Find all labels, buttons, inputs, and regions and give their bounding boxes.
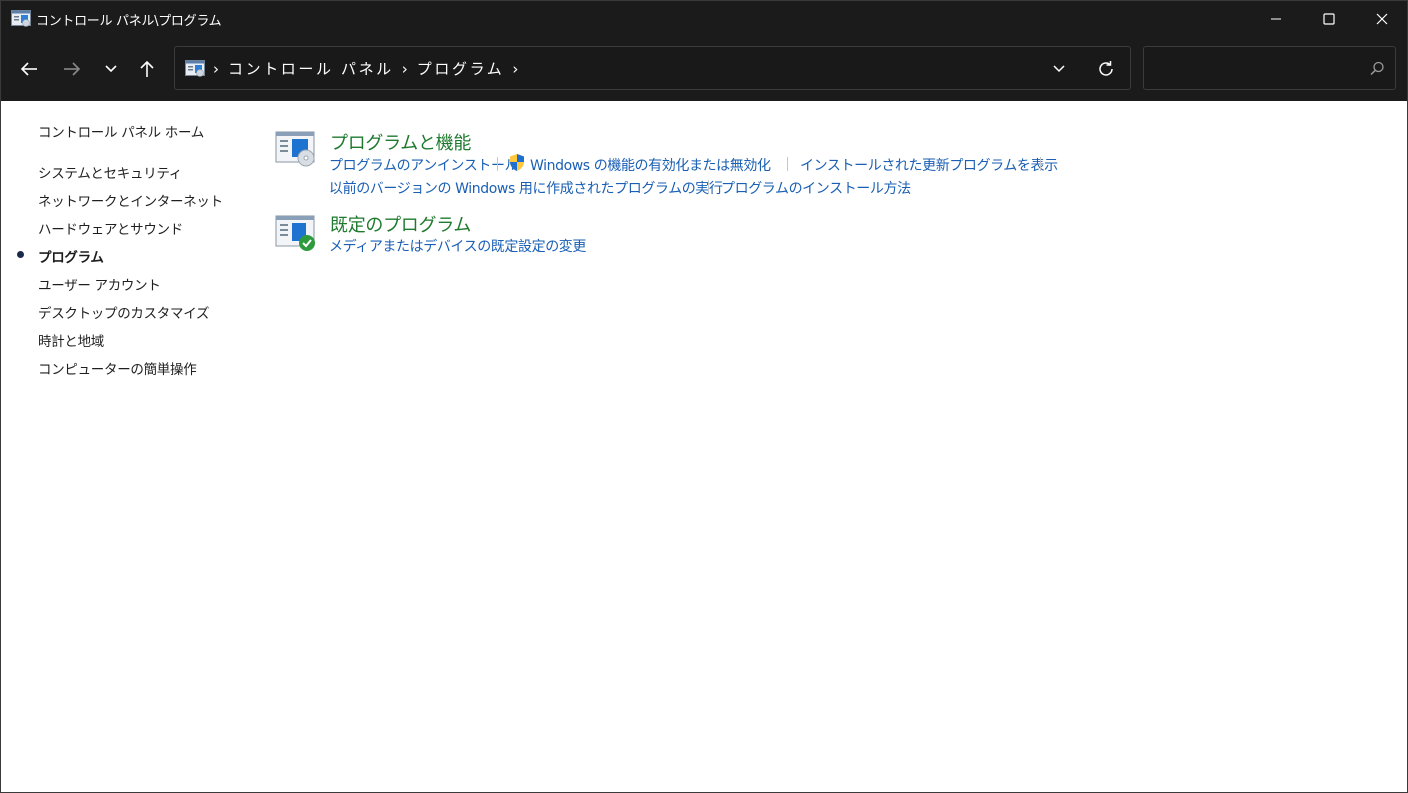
arrow-right-icon bbox=[64, 62, 81, 76]
breadcrumb-separator[interactable]: › bbox=[512, 60, 518, 78]
address-history-button[interactable] bbox=[1047, 57, 1071, 81]
close-button[interactable] bbox=[1355, 1, 1407, 37]
address-bar[interactable]: › コントロール パネル › プログラム › bbox=[174, 46, 1131, 90]
maximize-icon bbox=[1322, 13, 1335, 25]
sidebar-item-personalization[interactable]: デスクトップのカスタマイズ bbox=[38, 302, 210, 322]
how-to-install-link[interactable]: プログラムのインストール方法 bbox=[721, 178, 911, 198]
window-title: コントロール パネル\プログラム bbox=[36, 14, 222, 29]
sidebar-item-system-security[interactable]: システムとセキュリティ bbox=[38, 162, 182, 182]
search-input[interactable] bbox=[1152, 55, 1362, 81]
change-defaults-link[interactable]: メディアまたはデバイスの既定設定の変更 bbox=[329, 236, 586, 256]
link-divider bbox=[787, 157, 788, 171]
sidebar-item-network[interactable]: ネットワークとインターネット bbox=[38, 190, 223, 210]
recent-locations-button[interactable] bbox=[95, 53, 127, 85]
minimize-icon bbox=[1270, 18, 1281, 20]
control-panel-icon bbox=[185, 60, 205, 77]
uac-shield-icon bbox=[510, 154, 524, 171]
arrow-left-icon bbox=[20, 62, 37, 76]
sidebar-item-programs[interactable]: プログラム bbox=[38, 246, 104, 266]
forward-button[interactable] bbox=[56, 53, 88, 85]
control-panel-icon bbox=[11, 10, 31, 27]
breadcrumb-separator[interactable]: › bbox=[213, 60, 219, 78]
programs-features-title[interactable]: プログラムと機能 bbox=[330, 129, 471, 155]
windows-features-link[interactable]: Windows の機能の有効化または無効化 bbox=[530, 155, 771, 175]
sidebar-item-clock-region[interactable]: 時計と地域 bbox=[38, 330, 104, 350]
navigation-bar: › コントロール パネル › プログラム › bbox=[1, 37, 1407, 101]
search-box[interactable] bbox=[1143, 46, 1396, 90]
breadcrumb-programs[interactable]: プログラム bbox=[417, 58, 505, 79]
breadcrumb-separator[interactable]: › bbox=[402, 60, 408, 78]
sidebar-item-user-accounts[interactable]: ユーザー アカウント bbox=[38, 274, 161, 294]
link-divider bbox=[497, 157, 498, 171]
chevron-down-icon bbox=[105, 65, 117, 73]
sidebar-item-ease-of-access[interactable]: コンピューターの簡単操作 bbox=[38, 358, 197, 378]
minimize-button[interactable] bbox=[1249, 1, 1302, 37]
programs-features-icon[interactable] bbox=[275, 131, 317, 167]
installed-updates-link[interactable]: インストールされた更新プログラムを表示 bbox=[800, 155, 1058, 175]
chevron-down-icon bbox=[1053, 65, 1065, 73]
active-bullet bbox=[17, 251, 24, 258]
default-programs-title[interactable]: 既定のプログラム bbox=[330, 211, 471, 237]
search-icon[interactable] bbox=[1368, 60, 1386, 78]
refresh-button[interactable] bbox=[1094, 57, 1118, 81]
control-panel-window: コントロール パネル\プログラム › コントロール パネル › プログラム › … bbox=[0, 0, 1408, 793]
refresh-icon bbox=[1099, 61, 1113, 76]
up-button[interactable] bbox=[131, 53, 163, 85]
link-divider bbox=[708, 180, 709, 194]
breadcrumb: › コントロール パネル › プログラム › bbox=[213, 58, 527, 79]
default-programs-icon[interactable] bbox=[275, 215, 317, 251]
link-divider bbox=[1040, 157, 1041, 171]
sidebar-item-home[interactable]: コントロール パネル ホーム bbox=[38, 121, 204, 141]
uninstall-program-link[interactable]: プログラムのアンインストール bbox=[329, 155, 519, 175]
back-button[interactable] bbox=[13, 53, 45, 85]
arrow-up-icon bbox=[140, 60, 154, 77]
maximize-button[interactable] bbox=[1302, 1, 1355, 37]
compatibility-link[interactable]: 以前のバージョンの Windows 用に作成されたプログラムの実行 bbox=[329, 178, 723, 198]
breadcrumb-control-panel[interactable]: コントロール パネル bbox=[228, 58, 394, 79]
content-area: コントロール パネル ホーム システムとセキュリティ ネットワークとインターネッ… bbox=[1, 101, 1407, 792]
sidebar-item-hardware-sound[interactable]: ハードウェアとサウンド bbox=[38, 218, 183, 238]
title-bar[interactable]: コントロール パネル\プログラム bbox=[1, 1, 1407, 37]
close-icon bbox=[1376, 13, 1387, 25]
